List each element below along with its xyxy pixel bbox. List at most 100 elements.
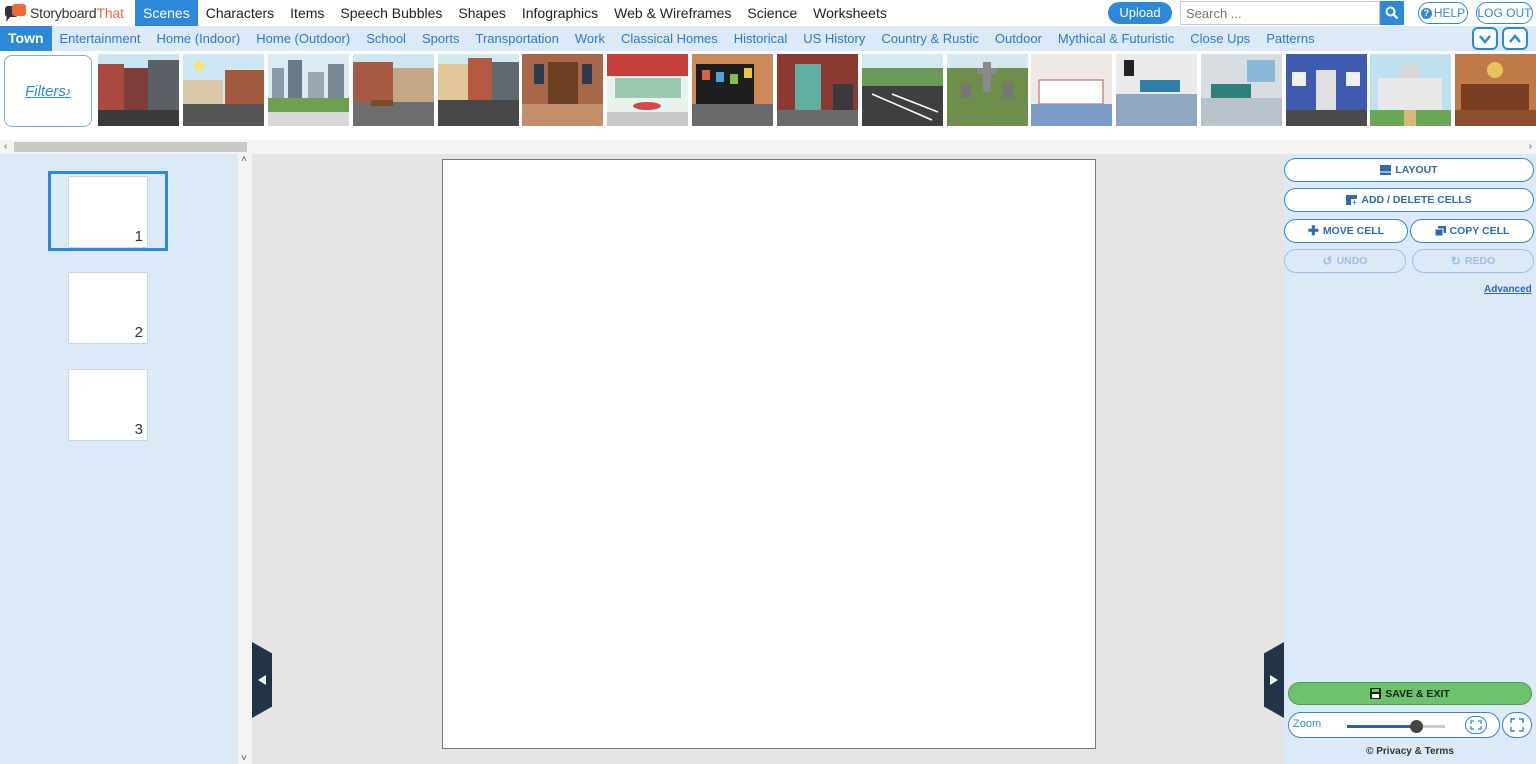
- zoom-slider[interactable]: [1347, 720, 1445, 733]
- scrollbar-thumb[interactable]: [14, 142, 247, 152]
- category-close-ups[interactable]: Close Ups: [1182, 26, 1258, 51]
- scene-strip-scrollbar[interactable]: ‹ ›: [0, 140, 1536, 154]
- category-historical[interactable]: Historical: [726, 26, 795, 51]
- search-icon: [1385, 6, 1399, 20]
- category-work[interactable]: Work: [567, 26, 613, 51]
- arrow-left-icon: [258, 675, 266, 685]
- scroll-down-icon[interactable]: ˅: [241, 753, 247, 764]
- menu-web-wireframes[interactable]: Web & Wireframes: [606, 0, 739, 26]
- category-home-indoor[interactable]: Home (Indoor): [148, 26, 248, 51]
- scene-thumbnail[interactable]: [1031, 54, 1112, 126]
- undo-button[interactable]: ↺ UNDO: [1284, 249, 1406, 273]
- scene-thumbnail[interactable]: [777, 54, 858, 126]
- scene-thumbnail[interactable]: [353, 54, 434, 126]
- category-us-history[interactable]: US History: [795, 26, 873, 51]
- editor-workspace: [252, 154, 1284, 764]
- cell-thumbnail-3[interactable]: 3: [68, 369, 148, 441]
- copy-cell-button[interactable]: COPY CELL: [1410, 219, 1534, 243]
- scene-thumbnail[interactable]: [438, 54, 519, 126]
- move-icon: ✚: [1307, 223, 1319, 238]
- upload-button[interactable]: Upload: [1108, 2, 1172, 24]
- cell-list-panel: 1 2 3: [0, 154, 238, 764]
- layout-label: LAYOUT: [1395, 164, 1438, 176]
- help-button[interactable]: ? HELP: [1418, 2, 1468, 24]
- privacy-terms-link[interactable]: © Privacy & Terms: [1284, 746, 1536, 757]
- storyboardthat-logo[interactable]: StoryboardThat: [0, 0, 135, 26]
- category-school[interactable]: School: [358, 26, 414, 51]
- save-exit-button[interactable]: SAVE & EXIT: [1288, 682, 1532, 705]
- fullscreen-icon: [1510, 718, 1524, 732]
- cell-list-scrollbar[interactable]: ˄ ˅: [238, 154, 252, 764]
- category-entertainment[interactable]: Entertainment: [52, 26, 149, 51]
- menu-scenes[interactable]: Scenes: [135, 0, 198, 26]
- scroll-right-icon[interactable]: ›: [1529, 140, 1532, 154]
- arrow-right-icon: [1270, 675, 1278, 685]
- menu-science[interactable]: Science: [739, 0, 805, 26]
- undo-icon: ↺: [1322, 254, 1333, 268]
- save-icon: [1370, 688, 1382, 699]
- menu-infographics[interactable]: Infographics: [514, 0, 606, 26]
- category-outdoor[interactable]: Outdoor: [987, 26, 1050, 51]
- category-sports[interactable]: Sports: [414, 26, 468, 51]
- category-mythical-futuristic[interactable]: Mythical & Futuristic: [1050, 26, 1182, 51]
- move-cell-label: MOVE CELL: [1322, 225, 1385, 237]
- layout-button[interactable]: LAYOUT: [1284, 158, 1534, 182]
- scene-thumbnail[interactable]: [1116, 54, 1197, 126]
- scene-thumbnail[interactable]: [862, 54, 943, 126]
- redo-button[interactable]: ↻ REDO: [1412, 249, 1534, 273]
- scene-thumbnail[interactable]: [1455, 54, 1536, 126]
- layout-icon: [1380, 165, 1392, 175]
- zoom-control: Zoom: [1288, 712, 1500, 738]
- menu-speech-bubbles[interactable]: Speech Bubbles: [332, 0, 450, 26]
- menu-shapes[interactable]: Shapes: [450, 0, 513, 26]
- cell-thumbnail-2[interactable]: 2: [68, 272, 148, 344]
- fullscreen-button[interactable]: [1502, 712, 1532, 738]
- menu-worksheets[interactable]: Worksheets: [805, 0, 895, 26]
- logo-bubble-icon: [5, 4, 26, 22]
- scene-thumbnail[interactable]: [1286, 54, 1367, 126]
- menu-items[interactable]: Items: [282, 0, 332, 26]
- scroll-left-icon[interactable]: ‹: [4, 140, 7, 154]
- search-input[interactable]: [1180, 1, 1380, 25]
- category-country-rustic[interactable]: Country & Rustic: [873, 26, 987, 51]
- scene-thumbnail[interactable]: [183, 54, 264, 126]
- menu-characters[interactable]: Characters: [198, 0, 282, 26]
- zoom-slider-handle[interactable]: [1409, 720, 1423, 733]
- category-town[interactable]: Town: [0, 26, 52, 51]
- expand-button[interactable]: [1502, 27, 1528, 50]
- scene-thumbnail[interactable]: [522, 54, 603, 126]
- move-cell-button[interactable]: ✚ MOVE CELL: [1284, 219, 1408, 243]
- category-transportation[interactable]: Transportation: [468, 26, 567, 51]
- scroll-up-icon[interactable]: ˄: [241, 154, 247, 165]
- copy-icon: [1434, 226, 1446, 236]
- search-button[interactable]: [1380, 1, 1404, 25]
- collapse-right-panel-button[interactable]: [1264, 642, 1284, 718]
- scene-thumbnail[interactable]: [1370, 54, 1451, 126]
- logo-text: StoryboardThat: [30, 5, 124, 21]
- scene-thumbnail[interactable]: [607, 54, 688, 126]
- scene-thumbnail[interactable]: [947, 54, 1028, 126]
- category-classical-homes[interactable]: Classical Homes: [613, 26, 726, 51]
- zoom-slider-fill: [1347, 725, 1416, 728]
- filters-button[interactable]: Filters›: [4, 55, 92, 127]
- scene-thumbnail[interactable]: [268, 54, 349, 126]
- scene-thumbnail[interactable]: [692, 54, 773, 126]
- redo-icon: ↻: [1450, 254, 1461, 268]
- collapse-button[interactable]: [1472, 27, 1498, 50]
- redo-label: REDO: [1464, 255, 1496, 267]
- copy-cell-label: COPY CELL: [1449, 225, 1510, 237]
- category-patterns[interactable]: Patterns: [1258, 26, 1322, 51]
- category-home-outdoor[interactable]: Home (Outdoor): [248, 26, 358, 51]
- add-delete-label: ADD / DELETE CELLS: [1361, 194, 1472, 206]
- zoom-label: Zoom: [1293, 718, 1322, 730]
- logout-button[interactable]: LOG OUT: [1476, 2, 1533, 24]
- fit-screen-icon[interactable]: [1465, 716, 1487, 734]
- collapse-left-panel-button[interactable]: [252, 642, 272, 718]
- chevron-up-icon: [1509, 33, 1521, 43]
- add-delete-cells-button[interactable]: + ADD / DELETE CELLS: [1284, 188, 1534, 212]
- scene-thumbnail[interactable]: [98, 54, 179, 126]
- advanced-link[interactable]: Advanced: [1484, 284, 1532, 295]
- storyboard-canvas[interactable]: [442, 159, 1096, 749]
- scene-thumbnail[interactable]: [1201, 54, 1282, 126]
- cell-thumbnail-1[interactable]: 1: [68, 176, 148, 248]
